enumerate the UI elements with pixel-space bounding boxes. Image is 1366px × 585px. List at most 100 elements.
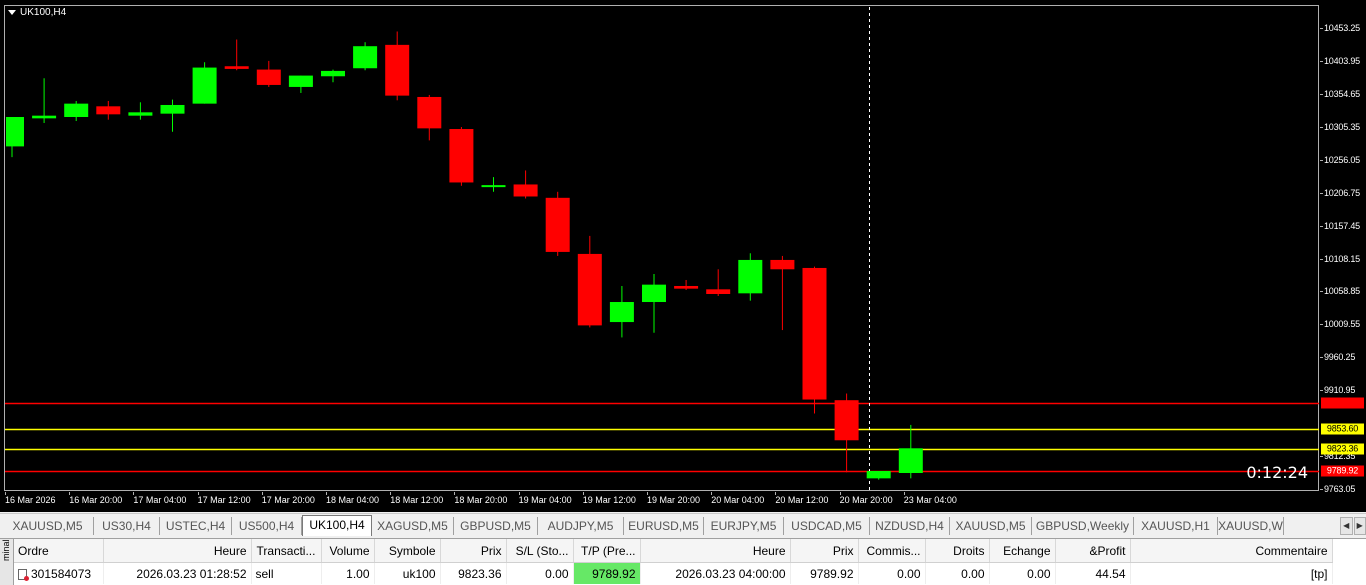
candle-body-24 [770,260,794,269]
table-cell: 44.54 [1055,563,1130,585]
candle-body-28 [899,448,923,473]
time-tick-label: 18 Mar 04:00 [326,495,379,505]
table-cell: 9789.92 [790,563,858,585]
column-header[interactable]: &Profit [1055,539,1130,563]
chart-tab[interactable]: USDCAD,M5 [784,517,870,535]
time-tick-label: 17 Mar 12:00 [198,495,251,505]
candle-body-1 [32,116,56,119]
time-tick-label: 20 Mar 20:00 [840,495,893,505]
column-header[interactable]: S/L (Sto... [506,539,573,563]
time-tick-label: 17 Mar 20:00 [262,495,315,505]
chart-tab[interactable]: XAUUSD,W [1218,517,1284,535]
candle-body-13 [417,97,441,128]
chart-tab[interactable]: XAUUSD,H1 [1134,517,1218,535]
column-header[interactable]: Commis... [858,539,925,563]
order-id: 301584073 [31,567,91,581]
price-level-badge: 9789.92 [1321,466,1364,477]
bar-countdown-timer: 0:12:24 [1246,463,1308,482]
table-row[interactable]: 3015840732026.03.23 01:28:52sell1.00uk10… [14,563,1332,585]
price-tick [1320,160,1323,161]
chart-tab[interactable]: US30,H4 [94,517,160,535]
chart-tab[interactable]: UK100,H4 [302,515,372,536]
column-header[interactable]: Echange [989,539,1055,563]
chart-tab[interactable]: XAUUSD,M5 [950,517,1032,535]
price-tick [1320,390,1323,391]
time-tick-label: 23 Mar 04:00 [904,495,957,505]
price-axis[interactable]: 10453.2510403.9510354.6510305.3510256.05… [1320,5,1366,491]
price-tick [1320,489,1323,490]
tab-scroll-buttons: ◀ ▶ [1340,517,1366,535]
column-header[interactable]: Droits [925,539,989,563]
price-tick [1320,94,1323,95]
chart-tab[interactable]: XAUUSD,M5 [2,517,94,535]
terminal-side-tab[interactable]: minal [0,539,14,585]
candle-body-27 [867,471,891,478]
chart-tab[interactable]: USTEC,H4 [160,517,232,535]
time-tick-label: 16 Mar 2026 [5,495,56,505]
price-tick [1320,456,1323,457]
column-header[interactable]: Prix [790,539,858,563]
price-tick-label: 10453.25 [1324,23,1360,33]
candle-body-25 [803,268,827,400]
chart-tab[interactable]: AUDJPY,M5 [538,517,624,535]
column-header[interactable]: Heure [640,539,790,563]
price-tick [1320,291,1323,292]
chart-menu-triangle-icon[interactable] [8,10,16,15]
column-header[interactable]: Heure [103,539,251,563]
chart-window[interactable]: UK100,H4 0:12:24 10453.2510403.9510354.6… [0,0,1366,512]
trade-history-table: OrdreHeureTransacti...VolumeSymbolePrixS… [14,539,1333,584]
candle-body-16 [514,184,538,196]
price-tick [1320,127,1323,128]
candle-body-26 [835,400,859,440]
price-tick [1320,357,1323,358]
table-cell: 9823.36 [440,563,506,585]
time-tick-label: 19 Mar 20:00 [647,495,700,505]
time-tick-label: 20 Mar 04:00 [711,495,764,505]
candle-body-23 [738,260,762,293]
price-tick-label: 10157.45 [1324,221,1360,231]
price-tick [1320,259,1323,260]
order-document-icon [18,569,27,580]
time-tick-label: 20 Mar 12:00 [775,495,828,505]
price-tick-label: 10058.85 [1324,286,1360,296]
candlestick-chart[interactable] [0,0,1366,512]
candle-body-17 [546,198,570,252]
column-header[interactable]: Transacti... [251,539,321,563]
chart-tab[interactable]: EURJPY,M5 [704,517,784,535]
chart-symbol-title: UK100,H4 [8,7,66,18]
column-header[interactable]: Symbole [374,539,440,563]
tab-scroll-right-icon[interactable]: ▶ [1354,517,1366,535]
candle-body-22 [706,289,730,294]
chart-tab[interactable]: EURUSD,M5 [624,517,704,535]
table-cell: [tp] [1130,563,1332,585]
price-level-badge: 9823.36 [1321,443,1364,454]
candle-body-0 [6,117,24,146]
chart-tab[interactable]: US500,H4 [232,517,302,535]
chart-tab[interactable]: XAGUSD,M5 [372,517,454,535]
candle-body-20 [642,285,666,302]
table-cell: 2026.03.23 04:00:00 [640,563,790,585]
chart-tab[interactable]: NZDUSD,H4 [870,517,950,535]
chart-tab[interactable]: GBPUSD,M5 [454,517,538,535]
price-tick-label: 10403.95 [1324,56,1360,66]
column-header[interactable]: T/P (Pre... [573,539,640,563]
table-cell: 1.00 [321,563,374,585]
table-cell: 301584073 [14,563,103,585]
price-tick [1320,28,1323,29]
table-cell: 0.00 [506,563,573,585]
tab-scroll-left-icon[interactable]: ◀ [1340,517,1353,535]
time-axis[interactable]: 16 Mar 202616 Mar 20:0017 Mar 04:0017 Ma… [4,492,1319,510]
candle-body-21 [674,286,698,289]
candle-body-4 [128,112,152,115]
price-tick-label: 10305.35 [1324,122,1360,132]
column-header[interactable]: Ordre [14,539,103,563]
price-tick-label: 10009.55 [1324,319,1360,329]
table-cell: uk100 [374,563,440,585]
chart-tab[interactable]: GBPUSD,Weekly [1032,517,1134,535]
price-tick [1320,324,1323,325]
candle-body-11 [353,46,377,68]
price-tick-label: 10256.05 [1324,155,1360,165]
column-header[interactable]: Volume [321,539,374,563]
column-header[interactable]: Prix [440,539,506,563]
column-header[interactable]: Commentaire [1130,539,1332,563]
